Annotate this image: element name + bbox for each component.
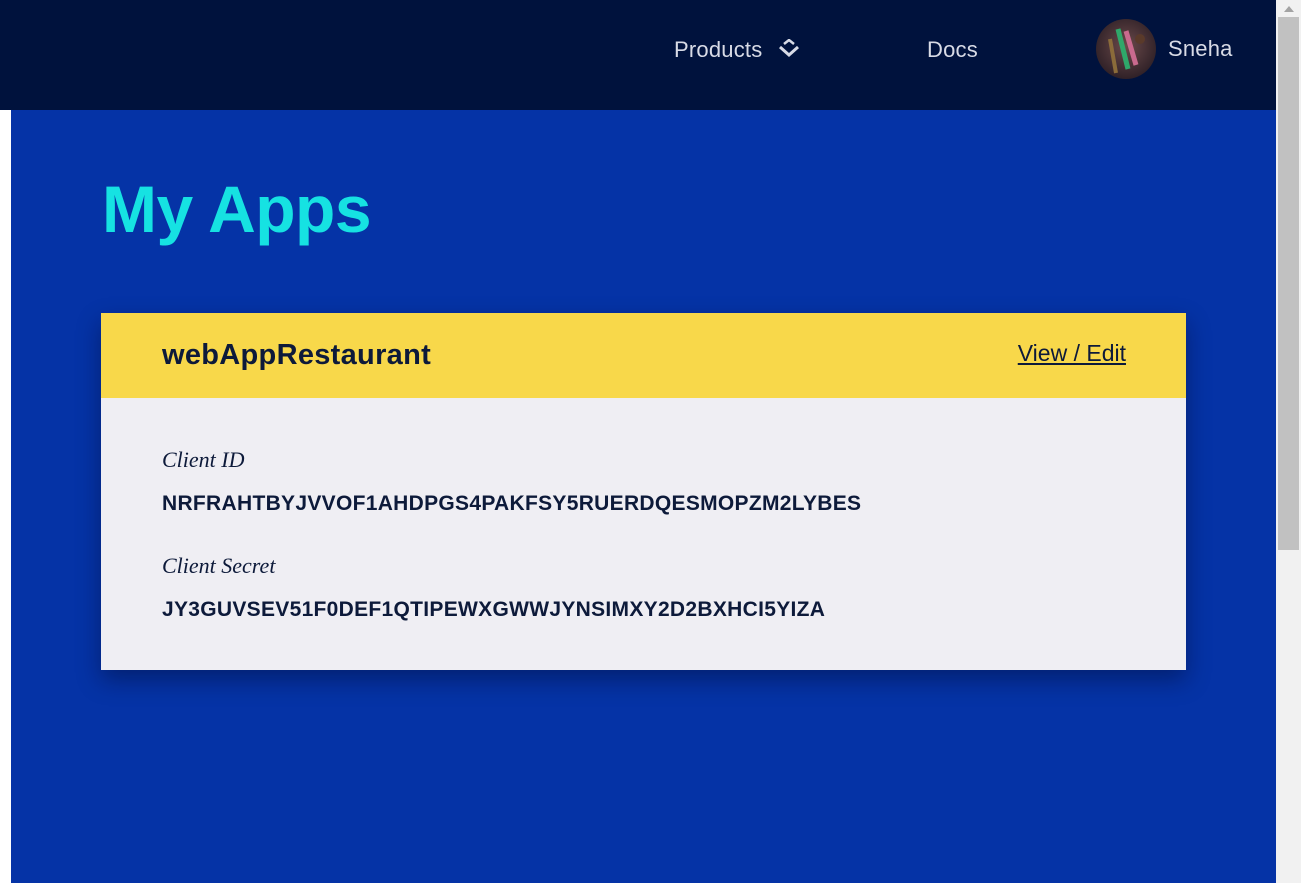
vertical-scrollbar[interactable] (1276, 0, 1301, 883)
nav-docs-label: Docs (927, 37, 978, 62)
chevron-down-icon (776, 38, 802, 61)
avatar (1096, 19, 1156, 79)
top-navigation: Products Docs Sneha (0, 0, 1276, 110)
user-menu[interactable]: Sneha (1096, 19, 1233, 79)
scroll-up-icon[interactable] (1276, 0, 1301, 17)
nav-products-label: Products (674, 37, 763, 62)
user-name: Sneha (1168, 36, 1233, 61)
page-title: My Apps (102, 172, 372, 246)
nav-docs-link[interactable]: Docs (927, 34, 978, 66)
client-secret-label: Client Secret (162, 553, 276, 578)
client-secret-value: JY3GUVSEV51F0DEF1QTIPEWXGWWJYNSIMXY2D2BX… (162, 598, 826, 621)
app-card-header: webAppRestaurant View / Edit (101, 313, 1186, 398)
scrollbar-thumb[interactable] (1278, 17, 1299, 550)
client-id-label: Client ID (162, 447, 245, 472)
main-content: My Apps webAppRestaurant View / Edit Cli… (11, 110, 1276, 883)
nav-products-menu[interactable]: Products (674, 34, 802, 66)
app-card: webAppRestaurant View / Edit Client ID N… (101, 313, 1186, 670)
app-name: webAppRestaurant (162, 339, 432, 371)
view-edit-link[interactable]: View / Edit (1018, 340, 1126, 367)
client-id-value: NRFRAHTBYJVVOF1AHDPGS4PAKFSY5RUERDQESMOP… (162, 492, 862, 515)
browser-viewport: Products Docs Sneha My Apps webAppRestau… (0, 0, 1276, 883)
